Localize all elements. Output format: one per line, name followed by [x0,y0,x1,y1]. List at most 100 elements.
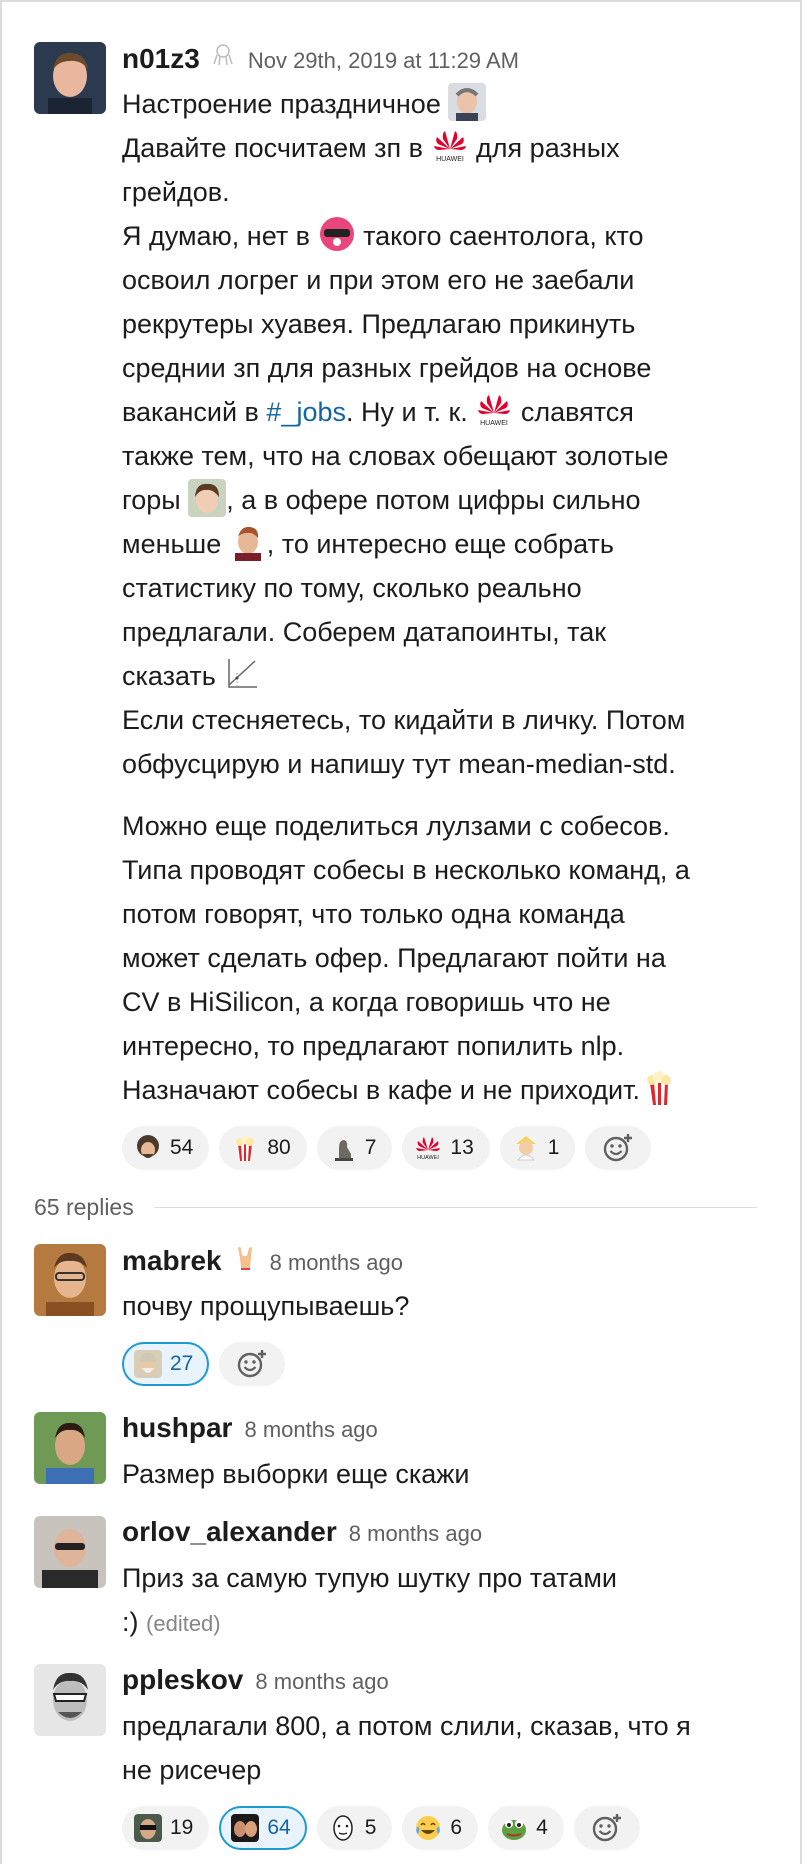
bob-ross-face-icon [137,1135,159,1158]
reaction-popcorn[interactable]: 80 [219,1126,307,1170]
pepe-frog-icon [502,1820,527,1840]
message-timestamp[interactable]: Nov 29th, 2019 at 11:29 AM [248,48,519,74]
reaction-count: 19 [170,1816,194,1839]
message-timestamp[interactable]: 8 months ago [255,1669,388,1695]
text-line: Размер выборки еще скажи [122,1459,470,1489]
text-line: , то интересно еще собрать [266,529,614,559]
text-line: потом говорят, что только одна команда [122,899,625,929]
popcorn-emoji-icon [647,1071,671,1105]
author-name[interactable]: hushpar [122,1412,232,1444]
text-line: предлагали 800, а потом слили, сказав, ч… [122,1711,691,1741]
message-timestamp[interactable]: 8 months ago [270,1250,403,1276]
two-faces-icon [231,1814,260,1842]
reaction-count: 7 [364,1136,377,1159]
reaction-huawei[interactable]: HUAWEI 13 [402,1126,490,1170]
message-header: orlov_alexander 8 months ago [122,1516,762,1556]
text-line: Типа проводят собесы в несколько команд,… [122,855,690,885]
text-line: :) [122,1607,139,1637]
popcorn-icon [236,1135,255,1161]
reaction-count: 1 [547,1136,560,1159]
svg-text:HUAWEI: HUAWEI [418,1155,440,1161]
text-line: CV в HiSilicon, а когда говоришь что не [122,987,611,1017]
replies-count: 65 replies [34,1193,134,1220]
avatar-orlov-icon [34,1516,106,1588]
text-line: интересно, то предлагают попилить nlp. [122,1031,625,1061]
text-line: вакансий в [122,397,259,427]
author-name[interactable]: n01z3 [122,43,200,75]
replies-divider: 65 replies [34,1190,757,1224]
edited-label: (edited) [146,1611,221,1636]
reaction-pepe[interactable]: 4 [488,1806,564,1850]
message-header: ppleskov 8 months ago [122,1664,762,1704]
text-line: Назначают собесы в кафе и не приходит. [122,1075,640,1105]
rock-on-hand-icon [237,1247,252,1270]
huawei-logo-icon: HUAWEI [416,1137,441,1161]
avatar[interactable] [34,1664,106,1736]
text-line: Можно еще поделиться лулзами с собесов. [122,811,670,841]
reaction-joy[interactable]: 6 [402,1806,479,1850]
boy-face-emoji-icon [188,479,227,517]
add-reaction-button[interactable] [573,1806,640,1850]
text-line: сказать [122,661,216,691]
message-text: почву прощупываешь? [122,1284,762,1328]
reactions-bar: 19 64 5 6 4 [122,1806,762,1850]
reaction-statue[interactable]: 7 [316,1126,393,1170]
text-line: может сделать офер. Предлагают пойти на [122,943,666,973]
reaction-sunglasses-man[interactable]: 19 [122,1806,210,1850]
text-line: обфусцирую и напишу тут mean-median-std. [122,749,676,779]
reaction-count: 64 [267,1816,291,1839]
reaction-two-faces[interactable]: 64 [219,1806,307,1850]
message-text: Размер выборки еще скажи [122,1452,762,1496]
reaction-bald-man[interactable]: 5 [316,1806,393,1850]
reaction-count: 5 [364,1816,377,1839]
text-line: предлагали. Соберем датапоинты, так [122,617,607,647]
text-line: Если стесняетесь, то кидайти в личку. По… [122,705,686,735]
red-haired-man-emoji-icon [228,523,267,561]
avatar[interactable] [34,1516,106,1588]
text-line: такого саентолога, кто [363,221,644,251]
reaction-count: 27 [170,1352,194,1375]
reaction-count: 6 [450,1816,463,1839]
man-face-emoji-icon [448,83,487,121]
add-reaction-button[interactable] [585,1126,652,1170]
avatar[interactable] [34,1412,106,1484]
message-timestamp[interactable]: 8 months ago [349,1521,482,1547]
blond-guy-icon [515,1136,536,1161]
avatar-mabrek-icon [34,1244,106,1316]
reaction-bob-ross[interactable]: 54 [122,1126,210,1170]
author-name[interactable]: mabrek [122,1245,222,1277]
reaction-count: 4 [536,1816,548,1839]
reaction-blond-guy[interactable]: 1 [499,1126,576,1170]
text-line: Настроение праздничное [122,89,441,119]
text-line: . Ну и т. к. [346,397,468,427]
text-line: освоил логрег и при этом его не заебали [122,265,635,295]
avatar[interactable] [34,42,106,114]
text-line: меньше [122,529,222,559]
text-line: статистику по тому, сколько реально [122,573,582,603]
author-name[interactable]: orlov_alexander [122,1516,337,1548]
channel-link-jobs[interactable]: #_jobs [266,397,346,427]
message-text: Настроение праздничное Давайте посчитаем… [122,82,762,1112]
message-text: предлагали 800, а потом слили, сказав, ч… [122,1704,762,1792]
add-reaction-button[interactable] [219,1342,286,1386]
text-line: среднии зп для разных грейдов на основе [122,353,652,383]
text-line: почву прощупываешь? [122,1291,410,1321]
joy-icon [416,1816,441,1840]
svg-text:HUAWEI: HUAWEI [436,156,464,163]
text-line: не рисечер [122,1755,262,1785]
old-man-face-icon [134,1350,162,1378]
text-line: Я думаю, нет в [122,221,311,251]
statue-icon [334,1140,353,1161]
avatar[interactable] [34,1244,106,1316]
sunglasses-man-icon [134,1814,162,1842]
message-timestamp[interactable]: 8 months ago [244,1417,377,1443]
text-line: , а в офере потом цифры сильно [226,485,641,515]
ods-logo-emoji-icon [319,217,354,251]
add-emoji-icon [238,1350,267,1378]
reaction-old-man[interactable]: 27 [122,1342,210,1386]
add-emoji-icon [592,1814,621,1842]
text-line: для разных [476,133,620,163]
author-name[interactable]: ppleskov [122,1664,243,1696]
message-header: n01z3 Nov 29th, 2019 at 11:29 AM [122,42,762,82]
reaction-count: 13 [450,1136,474,1159]
